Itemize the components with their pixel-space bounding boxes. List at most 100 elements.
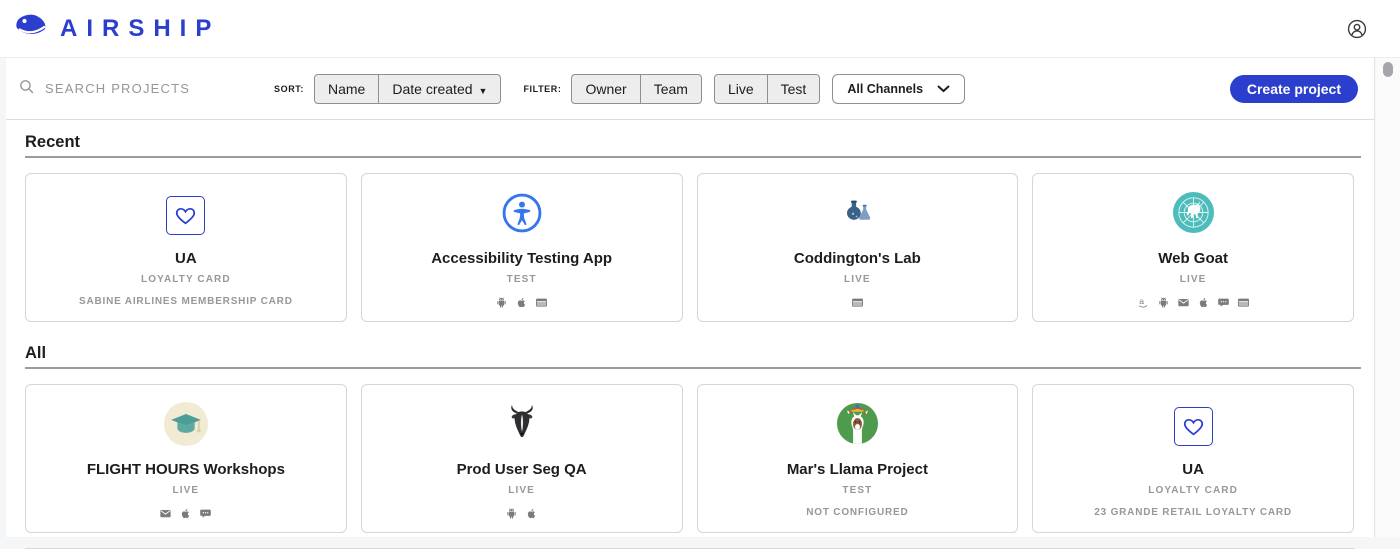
channel-icons — [159, 506, 212, 521]
llama-icon — [836, 402, 879, 450]
project-card-mars-llama-project[interactable]: Mar's Llama Project TEST NOT CONFIGURED — [696, 384, 1019, 533]
project-status: TEST — [506, 274, 537, 285]
recent-section-header: Recent — [25, 133, 1361, 158]
apple-icon — [527, 509, 536, 519]
apple-icon — [517, 298, 526, 308]
channel-icons — [505, 506, 538, 521]
project-status: LIVE — [508, 485, 535, 496]
channel-icons — [495, 295, 548, 310]
project-status: LOYALTY CARD — [1148, 485, 1238, 496]
sort-date-label: Date created — [392, 80, 473, 97]
section-title-all: All — [25, 344, 47, 362]
goat-icon — [504, 404, 540, 449]
channel-icons: a — [1137, 295, 1250, 310]
android-icon — [497, 297, 506, 308]
top-navbar: AIRSHIP — [0, 0, 1400, 58]
project-status: LOYALTY CARD — [141, 274, 231, 285]
recent-cards-grid: UA LOYALTY CARD SABINE AIRLINES MEMBERSH… — [25, 173, 1354, 322]
project-status: LIVE — [1179, 274, 1207, 285]
avatar — [1173, 398, 1213, 454]
owner-team-group: Owner Team — [571, 73, 702, 104]
sort-name-button[interactable]: Name — [314, 73, 380, 104]
avatar — [842, 187, 872, 243]
search-icon — [18, 78, 35, 100]
sort-date-created-button[interactable]: Date created ▼ — [378, 73, 502, 104]
heart-card-icon — [1173, 406, 1213, 446]
account-icon[interactable] — [1346, 18, 1368, 40]
search-input[interactable] — [45, 81, 235, 96]
section-divider — [25, 156, 1361, 158]
avatar — [166, 187, 206, 243]
svg-text:a: a — [1139, 297, 1144, 307]
project-name: Prod User Seg QA — [456, 461, 587, 478]
project-card-ua-sabine[interactable]: UA LOYALTY CARD SABINE AIRLINES MEMBERSH… — [25, 173, 347, 322]
search-wrap — [18, 78, 266, 100]
filter-test-button[interactable]: Test — [766, 73, 821, 104]
project-name: Mar's Llama Project — [786, 461, 928, 478]
android-icon — [507, 508, 516, 519]
project-name: Web Goat — [1158, 250, 1228, 267]
project-name: FLIGHT HOURS Workshops — [86, 461, 285, 478]
project-name: UA — [1182, 461, 1204, 478]
graduation-cap-icon — [163, 401, 209, 452]
sms-icon — [200, 509, 212, 518]
project-card-accessibility-testing-app[interactable]: Accessibility Testing App TEST — [360, 173, 683, 322]
project-description: 23 GRANDE RETAIL LOYALTY CARD — [1094, 507, 1292, 518]
web-goat-icon — [1172, 191, 1215, 239]
sort-label: SORT: — [274, 83, 304, 94]
email-icon — [160, 509, 172, 518]
project-description: SABINE AIRLINES MEMBERSHIP CARD — [79, 296, 293, 307]
apple-icon — [182, 509, 190, 519]
channel-icons — [851, 295, 864, 310]
project-name: Coddington's Lab — [793, 250, 921, 267]
lab-flasks-icon — [842, 199, 872, 231]
web-icon — [851, 298, 863, 307]
live-test-group: Live Test — [713, 73, 821, 104]
sort-button-group: Name Date created ▼ — [314, 73, 502, 104]
brand-name: AIRSHIP — [60, 14, 221, 42]
filter-team-button[interactable]: Team — [639, 73, 702, 104]
accessibility-icon — [501, 192, 543, 239]
filter-label: FILTER: — [523, 83, 562, 94]
airship-logo[interactable]: AIRSHIP — [14, 12, 220, 45]
avatar — [501, 187, 543, 243]
android-icon — [1158, 297, 1168, 308]
project-status: LIVE — [172, 485, 200, 496]
projects-panel: SORT: Name Date created ▼ FILTER: Owner T… — [6, 58, 1375, 549]
sms-icon — [1217, 298, 1229, 307]
chevron-down-icon — [937, 82, 950, 96]
project-card-ua-grande-retail[interactable]: UA LOYALTY CARD 23 GRANDE RETAIL LOYALTY… — [1032, 384, 1354, 533]
filter-live-button[interactable]: Live — [713, 73, 768, 104]
section-divider — [25, 367, 1361, 369]
avatar — [163, 398, 209, 454]
filter-owner-button[interactable]: Owner — [571, 73, 641, 104]
airship-logo-icon — [14, 12, 48, 45]
project-status: LIVE — [844, 274, 871, 285]
avatar — [1172, 187, 1215, 243]
all-channels-value: All Channels — [847, 81, 924, 96]
avatar — [836, 398, 879, 454]
web-icon — [1237, 298, 1249, 307]
amazon-icon: a — [1138, 297, 1147, 308]
projects-toolbar: SORT: Name Date created ▼ FILTER: Owner T… — [6, 58, 1374, 120]
section-title-recent: Recent — [25, 133, 81, 151]
project-name: Accessibility Testing App — [431, 250, 613, 267]
all-channels-dropdown[interactable]: All Channels — [832, 73, 966, 104]
email-icon — [1177, 298, 1189, 307]
project-description: NOT CONFIGURED — [806, 507, 909, 518]
project-status: TEST — [842, 485, 873, 496]
caret-down-icon: ▼ — [478, 85, 488, 96]
apple-icon — [1199, 298, 1207, 308]
scrollbar-thumb[interactable] — [1383, 62, 1393, 77]
project-name: UA — [175, 250, 197, 267]
all-section-header: All — [25, 344, 1361, 369]
project-card-web-goat[interactable]: Web Goat LIVE a — [1032, 173, 1354, 322]
create-project-button[interactable]: Create project — [1229, 74, 1358, 103]
scrollbar-track[interactable] — [1376, 58, 1400, 537]
web-icon — [536, 298, 548, 307]
project-card-coddingtons-lab[interactable]: Coddington's Lab LIVE — [696, 173, 1019, 322]
all-cards-grid: FLIGHT HOURS Workshops LIVE Prod User Se… — [25, 384, 1354, 533]
project-card-flight-hours-workshops[interactable]: FLIGHT HOURS Workshops LIVE — [25, 384, 347, 533]
project-card-prod-user-seg-qa[interactable]: Prod User Seg QA LIVE — [360, 384, 683, 533]
avatar — [504, 398, 540, 454]
